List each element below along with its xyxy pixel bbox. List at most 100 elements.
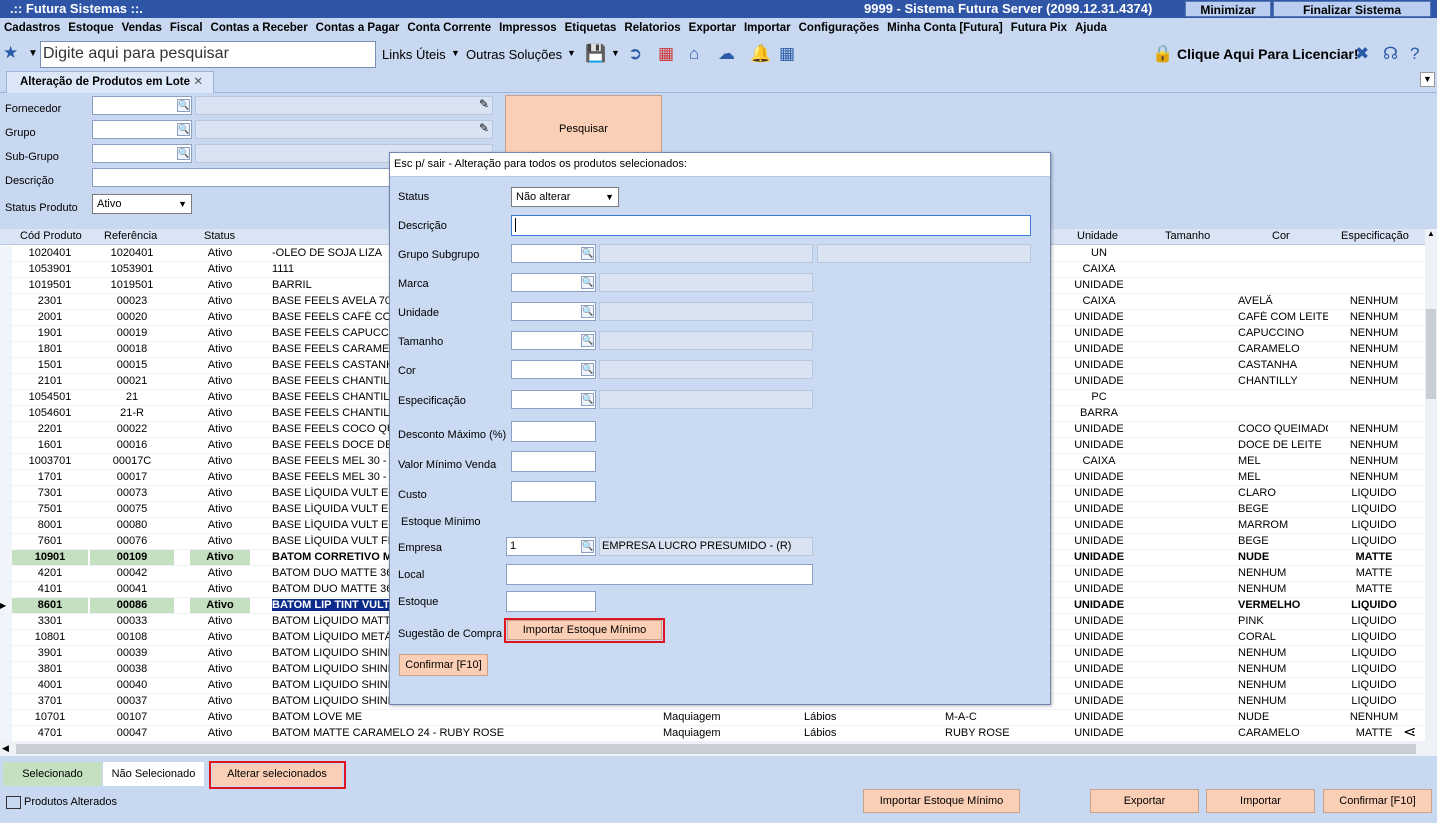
outras-solucoes-menu[interactable]: Outras Soluções	[466, 47, 562, 62]
row-indicator[interactable]	[0, 374, 12, 389]
row-indicator[interactable]	[0, 614, 12, 629]
menu-item-vendas[interactable]: Vendas	[118, 19, 166, 38]
dlg-valor-min-input[interactable]	[511, 451, 596, 472]
search-icon[interactable]: 🔍	[581, 305, 594, 318]
exit-icon[interactable]: ➲	[628, 44, 642, 64]
dlg-empresa-input[interactable]: 1 🔍	[506, 537, 596, 556]
row-indicator[interactable]	[0, 566, 12, 581]
menu-item-fiscal[interactable]: Fiscal	[166, 19, 207, 38]
menu-item-configura-es[interactable]: Configurações	[795, 19, 884, 38]
row-indicator[interactable]	[0, 486, 12, 501]
subgrupo-input[interactable]: 🔍	[92, 144, 192, 163]
calendar-icon[interactable]: ▦	[779, 44, 795, 64]
descricao-input[interactable]	[92, 168, 392, 187]
row-indicator[interactable]	[0, 390, 12, 405]
dlg-marca-input[interactable]: 🔍	[511, 273, 596, 292]
dlg-local-input[interactable]	[506, 564, 813, 585]
menu-item-conta-corrente[interactable]: Conta Corrente	[403, 19, 495, 38]
row-indicator[interactable]	[0, 326, 12, 341]
scroll-left-icon[interactable]: ◀	[2, 743, 9, 754]
links-uteis-menu[interactable]: Links Úteis	[382, 47, 446, 62]
fornecedor-input[interactable]: 🔍	[92, 96, 192, 115]
finish-system-button[interactable]: Finalizar Sistema	[1273, 1, 1431, 17]
row-indicator[interactable]	[0, 694, 12, 709]
row-indicator[interactable]	[0, 550, 12, 565]
row-indicator[interactable]	[0, 262, 12, 277]
importar-estoque-min-button[interactable]: Importar Estoque Mínimo	[863, 789, 1020, 813]
pencil-icon[interactable]: ✎	[479, 121, 489, 135]
col-espec[interactable]: Especificação	[1341, 230, 1409, 242]
chevron-down-icon[interactable]: ▼	[28, 44, 38, 64]
close-icon[interactable]: ✕	[193, 72, 203, 92]
search-icon[interactable]: 🔍	[581, 247, 594, 260]
chevron-down-icon[interactable]: ▼	[567, 48, 576, 58]
search-icon[interactable]: 🔍	[177, 123, 190, 136]
scroll-up-icon[interactable]: ▲	[1425, 229, 1437, 243]
row-indicator[interactable]	[0, 454, 12, 469]
dlg-custo-input[interactable]	[511, 481, 596, 502]
horizontal-scrollbar[interactable]: ◀ ⋖	[0, 724, 1437, 756]
menu-item-etiquetas[interactable]: Etiquetas	[561, 19, 621, 38]
share-icon[interactable]: ⋖	[1403, 722, 1416, 742]
save-icon[interactable]: 💾	[585, 44, 606, 64]
star-icon[interactable]: ★	[3, 43, 18, 63]
tools-icon[interactable]: ✖	[1355, 44, 1369, 64]
search-icon[interactable]: 🔍	[177, 99, 190, 112]
dlg-unidade-input[interactable]: 🔍	[511, 302, 596, 321]
color-grid-icon[interactable]: ▦	[658, 44, 674, 64]
row-indicator[interactable]	[0, 534, 12, 549]
chevron-down-icon[interactable]: ▼	[611, 48, 620, 58]
menu-item-impressos[interactable]: Impressos	[495, 19, 561, 38]
row-indicator[interactable]	[0, 630, 12, 645]
scroll-thumb-h[interactable]	[16, 744, 1416, 754]
importar-button[interactable]: Importar	[1206, 789, 1315, 813]
col-cod[interactable]: Cód Produto	[20, 230, 82, 242]
col-cor[interactable]: Cor	[1272, 230, 1290, 242]
dlg-cor-input[interactable]: 🔍	[511, 360, 596, 379]
table-row[interactable]: 10701 00107 Ativo BATOM LOVE ME Maquiagem Láb…	[0, 710, 1425, 726]
table-row[interactable]: 4701 00047 Ativo BATOM MATTE CARAMELO 24 - …	[0, 726, 1425, 742]
dlg-especificacao-input[interactable]: 🔍	[511, 390, 596, 409]
menu-item-importar[interactable]: Importar	[740, 19, 795, 38]
row-indicator[interactable]	[0, 358, 12, 373]
dlg-tamanho-input[interactable]: 🔍	[511, 331, 596, 350]
row-indicator[interactable]	[0, 470, 12, 485]
exportar-button[interactable]: Exportar	[1090, 789, 1199, 813]
minimize-button[interactable]: Minimizar	[1185, 1, 1271, 17]
status-produto-select[interactable]: Ativo ▼	[92, 194, 192, 214]
search-icon[interactable]: 🔍	[581, 334, 594, 347]
row-indicator[interactable]	[0, 406, 12, 421]
cloud-icon[interactable]: ☁	[718, 44, 735, 64]
lock-icon[interactable]: 🔒	[1152, 44, 1173, 64]
row-indicator[interactable]	[0, 278, 12, 293]
vertical-scrollbar[interactable]: ▲	[1425, 229, 1437, 742]
home-icon[interactable]: ⌂	[689, 44, 699, 64]
col-ref[interactable]: Referência	[104, 230, 157, 242]
search-icon[interactable]: 🔍	[581, 363, 594, 376]
row-indicator[interactable]	[0, 726, 12, 741]
dlg-status-select[interactable]: Não alterar ▼	[511, 187, 619, 207]
menu-item-ajuda[interactable]: Ajuda	[1071, 19, 1111, 38]
support-icon[interactable]: ☊	[1383, 44, 1398, 64]
col-status[interactable]: Status	[204, 230, 235, 242]
dlg-confirm-button[interactable]: Confirmar [F10]	[399, 654, 488, 676]
dlg-desconto-input[interactable]	[511, 421, 596, 442]
dlg-grupo-input[interactable]: 🔍	[511, 244, 596, 263]
pencil-icon[interactable]: ✎	[479, 97, 489, 111]
row-indicator[interactable]	[0, 662, 12, 677]
confirmar-button[interactable]: Confirmar [F10]	[1323, 789, 1432, 813]
dlg-estoque-input[interactable]	[506, 591, 596, 612]
menu-item-relatorios[interactable]: Relatorios	[620, 19, 684, 38]
grupo-input[interactable]: 🔍	[92, 120, 192, 139]
menu-item-cadastros[interactable]: Cadastros	[0, 19, 64, 38]
scroll-thumb[interactable]	[1426, 309, 1436, 399]
col-unidade[interactable]: Unidade	[1077, 230, 1118, 242]
row-indicator[interactable]	[0, 678, 12, 693]
search-icon[interactable]: 🔍	[581, 393, 594, 406]
tab-dropdown-icon[interactable]: ▼	[1420, 72, 1435, 87]
row-indicator[interactable]	[0, 310, 12, 325]
row-indicator[interactable]	[0, 422, 12, 437]
row-indicator[interactable]	[0, 342, 12, 357]
search-input[interactable]: Digite aqui para pesquisar	[40, 41, 376, 68]
row-indicator[interactable]	[0, 438, 12, 453]
